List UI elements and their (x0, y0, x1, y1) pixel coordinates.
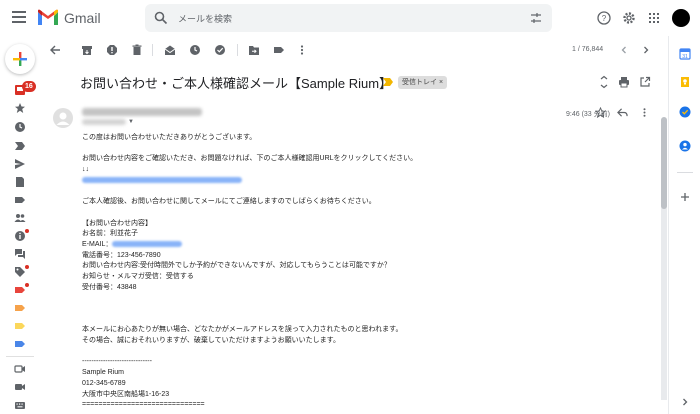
body-line: 本メールにお心あたりが無い場合、どなたかがメールアドレスを誤って入力されたものと… (82, 326, 403, 334)
toolbar-divider (237, 44, 238, 56)
person-icon (56, 112, 70, 125)
message-counter: 1 / 76,844 (572, 46, 604, 53)
message-more-icon[interactable] (639, 107, 650, 118)
move-to-icon[interactable] (248, 44, 260, 56)
verification-link-redacted[interactable] (82, 176, 242, 183)
gmail-logo-icon[interactable] (37, 9, 59, 26)
body-line: お問い合わせ内容をご確認いただき、お問題なければ、下のご本人様確認用URLをクリ… (82, 155, 418, 163)
video-icon[interactable] (14, 381, 26, 393)
help-icon[interactable]: ? (597, 11, 611, 25)
label-as-icon[interactable] (273, 44, 285, 56)
older-chevron-icon[interactable] (640, 44, 652, 56)
body-line: E-MAIL： (82, 240, 113, 248)
body-line: 受付番号：43848 (82, 283, 137, 291)
left-nav-rail: 16 (0, 36, 40, 414)
app-name: Gmail (64, 10, 101, 26)
important-marker-icon[interactable] (383, 78, 393, 86)
meet-icon[interactable] (14, 363, 26, 375)
expand-all-icon[interactable] (598, 75, 610, 89)
more-options-icon[interactable] (296, 44, 308, 56)
inbox-unread-badge: 16 (22, 81, 36, 92)
report-spam-icon[interactable] (106, 44, 118, 56)
recipient-details-chevron-icon[interactable]: ▼ (128, 119, 134, 125)
mark-unread-icon[interactable] (164, 44, 176, 56)
signature-address: 大阪市中央区南船場1-16-23 (82, 390, 170, 398)
label-yellow-icon[interactable] (14, 320, 26, 332)
recipient-redacted (82, 119, 126, 125)
settings-gear-icon[interactable] (622, 11, 636, 25)
open-new-window-icon[interactable] (639, 76, 651, 88)
top-bar: Gmail メールを検索 ? (0, 0, 700, 36)
search-options-icon[interactable] (530, 12, 542, 24)
hide-side-panel-chevron-icon[interactable] (679, 396, 691, 408)
scrollbar-thumb[interactable] (661, 117, 667, 209)
body-line: ↓↓ (82, 166, 89, 174)
compose-button[interactable] (5, 44, 35, 74)
signature-phone: 012-345-6789 (82, 379, 126, 387)
body-line: お知らせ・メルマガ受信：受信する (82, 272, 194, 280)
label-notification-dot (25, 283, 29, 287)
svg-text:?: ? (602, 14, 607, 23)
message-toolbar: 1 / 76,844 (40, 36, 662, 64)
forum-icon[interactable] (14, 248, 26, 260)
compose-plus-icon (13, 52, 27, 66)
label-orange-icon[interactable] (14, 302, 26, 314)
signature-footer-rule: ============================== (82, 401, 205, 409)
body-line: お問い合わせ内容:受付時間外でしか予約ができないんですが、対応してもらうことは可… (82, 262, 391, 270)
apps-grid-icon[interactable] (647, 11, 661, 25)
body-line: 【お問い合わせ内容】 (82, 219, 152, 227)
search-icon[interactable] (154, 11, 168, 25)
sender-avatar[interactable] (53, 108, 73, 128)
svg-text:31: 31 (682, 54, 688, 60)
clock-icon[interactable] (14, 121, 26, 133)
message-subject: お問い合わせ・ご本人様確認メール【Sample Rium】 (80, 76, 393, 91)
label-icon[interactable] (14, 194, 26, 206)
toolbar-divider (152, 44, 153, 56)
calendar-icon[interactable]: 31 (679, 48, 691, 60)
info-notification-dot (25, 229, 29, 233)
message-body: この度はお問い合わせいただきありがとうございます。 お問い合わせ内容をご確認いた… (82, 133, 642, 411)
side-panel: 31 (668, 36, 700, 414)
archive-icon[interactable] (81, 44, 93, 56)
important-icon[interactable] (14, 140, 26, 152)
star-icon[interactable] (14, 102, 26, 114)
side-panel-divider (677, 172, 693, 173)
rail-divider (6, 356, 34, 357)
back-arrow-icon[interactable] (49, 44, 61, 56)
body-line: お名前：利並花子 (82, 230, 138, 238)
add-to-tasks-icon[interactable] (214, 44, 226, 56)
contacts-icon[interactable] (14, 212, 26, 224)
signature-separator: ------------------------------ (82, 358, 152, 366)
keep-icon[interactable] (679, 76, 691, 88)
search-bar[interactable]: メールを検索 (145, 4, 552, 32)
get-addons-plus-icon[interactable] (679, 191, 691, 203)
snooze-clock-icon[interactable] (189, 44, 201, 56)
reply-icon[interactable] (617, 107, 628, 118)
print-icon[interactable] (618, 76, 630, 88)
account-avatar[interactable] (672, 9, 690, 27)
delete-icon[interactable] (131, 44, 143, 56)
body-line: 電話番号：123-456-7890 (82, 251, 161, 259)
keyboard-icon[interactable] (14, 399, 26, 411)
body-line: この度はお問い合わせいただきありがとうございます。 (82, 134, 257, 141)
tasks-icon[interactable] (679, 106, 691, 118)
search-input[interactable]: メールを検索 (178, 12, 232, 25)
newer-chevron-icon[interactable] (618, 44, 630, 56)
draft-icon[interactable] (14, 176, 26, 188)
label-blue-icon[interactable] (14, 338, 26, 350)
body-line: その場合、誠におそれいりますが、破棄していただけますようお願いいたします。 (82, 337, 340, 345)
sender-name-redacted (82, 108, 202, 116)
contacts-panel-icon[interactable] (679, 140, 691, 152)
tag-notification-dot (25, 265, 29, 269)
main-menu-icon[interactable] (12, 11, 26, 23)
inbox-label-chip[interactable]: 受信トレイ × (398, 76, 448, 89)
send-icon[interactable] (14, 158, 26, 170)
body-line: ご本人確認後、お問い合わせに関してメールにてご連絡しますのでしばらくお待ちくださ… (82, 198, 376, 206)
signature-company: Sample Rium (82, 369, 125, 377)
email-link-redacted[interactable] (112, 241, 183, 248)
star-outline-icon[interactable] (595, 107, 606, 118)
